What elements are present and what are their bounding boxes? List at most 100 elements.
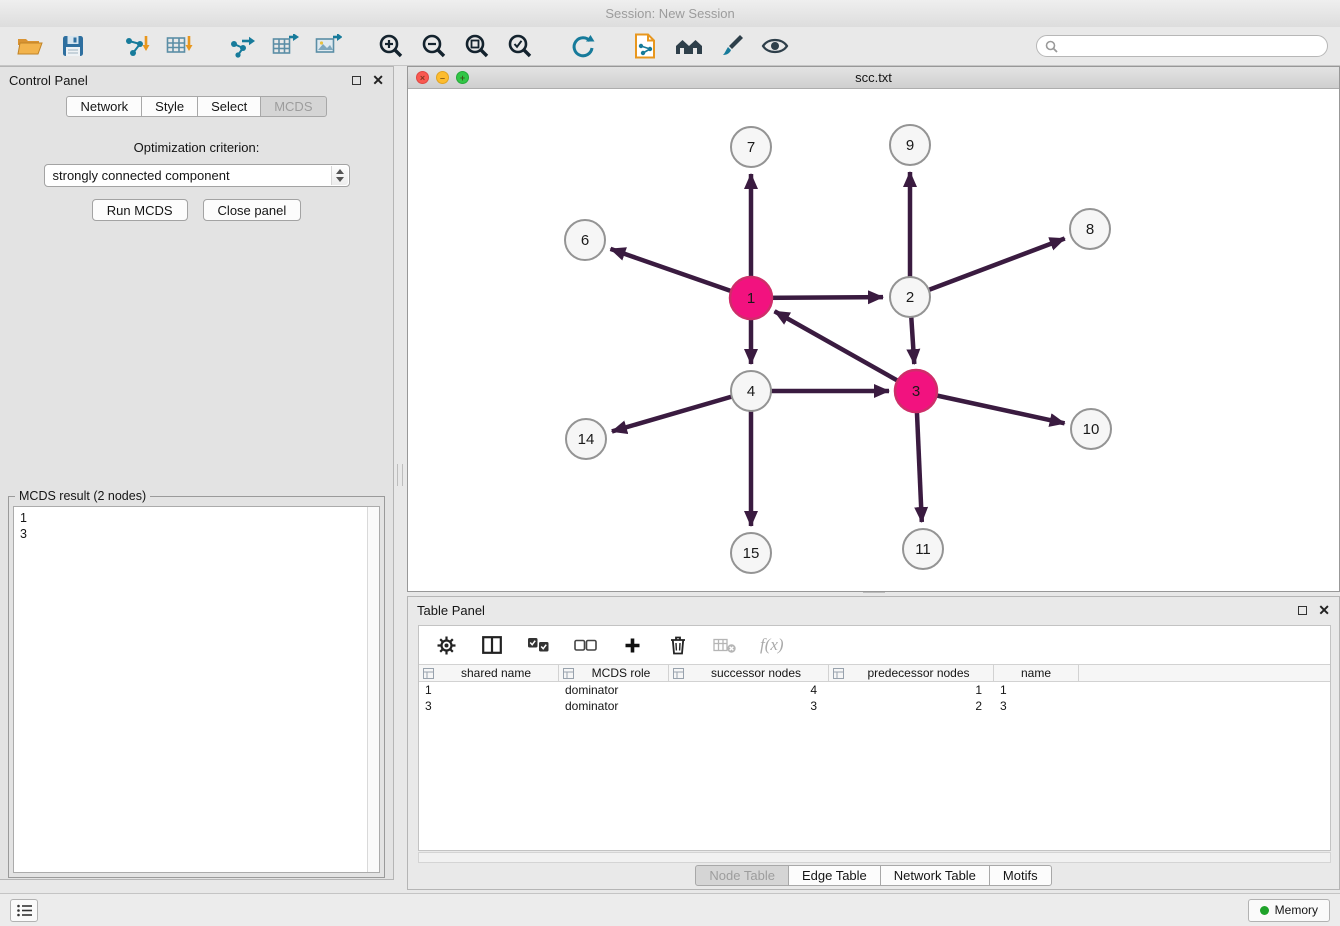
tab-edge-table[interactable]: Edge Table [788, 865, 881, 886]
network-window-title: scc.txt [855, 70, 892, 85]
node-label: 11 [915, 541, 931, 558]
mcds-result-textarea[interactable]: 1 3 [13, 506, 380, 873]
search-input[interactable] [1063, 39, 1319, 53]
close-panel-icon[interactable]: ✕ [1318, 605, 1330, 615]
network-export-icon [229, 34, 256, 58]
table-panel-title: Table Panel [417, 603, 485, 618]
export-table-button[interactable] [267, 30, 303, 62]
export-image-button[interactable] [310, 30, 346, 62]
dropdown-stepper-icon [331, 166, 348, 185]
tab-select[interactable]: Select [197, 96, 261, 117]
refresh-layout-button[interactable] [565, 30, 601, 62]
column-header-mcds-role[interactable]: MCDS role [559, 665, 669, 681]
page-share-icon [634, 33, 658, 59]
column-edit-icon [673, 668, 684, 679]
table-row[interactable]: 1 dominator 4 1 1 [419, 682, 1330, 698]
show-graphics-details-button[interactable] [757, 30, 793, 62]
network-import-icon [123, 34, 150, 58]
close-panel-button[interactable]: Close panel [203, 199, 302, 221]
node-8[interactable]: 8 [1070, 209, 1110, 249]
search-icon [1045, 40, 1058, 53]
folder-open-icon [17, 35, 43, 57]
node-1[interactable]: 1 [730, 277, 772, 319]
float-panel-icon[interactable] [1298, 606, 1307, 615]
node-6[interactable]: 6 [565, 220, 605, 260]
splitter-grip [863, 592, 885, 595]
node-3[interactable]: 3 [895, 370, 937, 412]
column-edit-icon [833, 668, 844, 679]
memory-status-icon [1260, 906, 1269, 915]
vertical-splitter[interactable] [394, 66, 407, 880]
delete-table-button[interactable] [713, 633, 736, 657]
tab-style[interactable]: Style [141, 96, 198, 117]
table-horizontal-scrollbar[interactable] [418, 852, 1331, 863]
tab-node-table[interactable]: Node Table [695, 865, 789, 886]
float-panel-icon[interactable] [352, 76, 361, 85]
magnifier-fit-icon [464, 33, 490, 59]
mcds-result-line: 1 [20, 510, 373, 526]
zoom-in-button[interactable] [373, 30, 409, 62]
run-mcds-button[interactable]: Run MCDS [92, 199, 188, 221]
table-settings-button[interactable] [435, 633, 457, 657]
column-header-successor-nodes[interactable]: successor nodes [669, 665, 829, 681]
delete-column-button[interactable] [667, 633, 689, 657]
network-canvas[interactable]: 7 9 6 8 1 2 4 3 14 10 15 11 [408, 89, 1339, 591]
edge-3-10[interactable] [916, 391, 1065, 423]
save-session-button[interactable] [55, 30, 91, 62]
memory-button[interactable]: Memory [1248, 899, 1330, 922]
function-builder-button[interactable]: f(x) [760, 633, 784, 657]
houses-icon [674, 34, 704, 58]
import-network-button[interactable] [118, 30, 154, 62]
edge-1-6[interactable] [610, 249, 751, 298]
tab-network[interactable]: Network [66, 96, 142, 117]
node-9[interactable]: 9 [890, 125, 930, 165]
edge-3-1[interactable] [775, 311, 916, 391]
edge-2-8[interactable] [910, 239, 1065, 297]
app-titlebar[interactable]: Session: New Session [0, 0, 1340, 27]
zoom-fit-button[interactable] [459, 30, 495, 62]
deselect-all-rows-button[interactable] [574, 633, 597, 657]
table-panel: Table Panel ✕ [407, 596, 1340, 890]
minimize-window-icon[interactable]: – [436, 71, 449, 84]
node-2[interactable]: 2 [890, 277, 930, 317]
node-14[interactable]: 14 [566, 419, 606, 459]
export-network-button[interactable] [224, 30, 260, 62]
result-scrollbar[interactable] [367, 507, 379, 872]
plus-icon [624, 637, 641, 654]
table-row[interactable]: 3 dominator 3 2 3 [419, 698, 1330, 714]
search-field[interactable] [1036, 35, 1328, 57]
status-menu-button[interactable] [10, 899, 38, 922]
nested-networks-button[interactable] [671, 30, 707, 62]
node-7[interactable]: 7 [731, 127, 771, 167]
optimization-criterion-select[interactable]: strongly connected component [44, 164, 350, 187]
node-label: 15 [743, 545, 760, 562]
network-window-titlebar[interactable]: × – + scc.txt [408, 67, 1339, 89]
duplicate-network-button[interactable] [628, 30, 664, 62]
close-window-icon[interactable]: × [416, 71, 429, 84]
column-header-predecessor-nodes[interactable]: predecessor nodes [829, 665, 994, 681]
zoom-selected-button[interactable] [502, 30, 538, 62]
edge-4-14[interactable] [612, 391, 751, 431]
node-15[interactable]: 15 [731, 533, 771, 573]
open-session-button[interactable] [12, 30, 48, 62]
column-header-name[interactable]: name [994, 665, 1079, 681]
node-label: 9 [906, 137, 914, 154]
node-11[interactable]: 11 [903, 529, 943, 569]
column-header-shared-name[interactable]: shared name [419, 665, 559, 681]
select-all-rows-button[interactable] [527, 633, 550, 657]
close-panel-icon[interactable]: ✕ [372, 75, 384, 85]
style-brush-button[interactable] [714, 30, 750, 62]
node-10[interactable]: 10 [1071, 409, 1111, 449]
tab-network-table[interactable]: Network Table [880, 865, 990, 886]
import-table-button[interactable] [161, 30, 197, 62]
add-column-button[interactable] [621, 633, 643, 657]
maximize-window-icon[interactable]: + [456, 71, 469, 84]
zoom-out-button[interactable] [416, 30, 452, 62]
node-4[interactable]: 4 [731, 371, 771, 411]
control-panel-title: Control Panel [9, 73, 88, 88]
show-columns-button[interactable] [481, 633, 503, 657]
app-title: Session: New Session [605, 6, 734, 21]
tab-mcds[interactable]: MCDS [260, 96, 326, 117]
node-label: 3 [912, 383, 920, 400]
tab-motifs[interactable]: Motifs [989, 865, 1052, 886]
